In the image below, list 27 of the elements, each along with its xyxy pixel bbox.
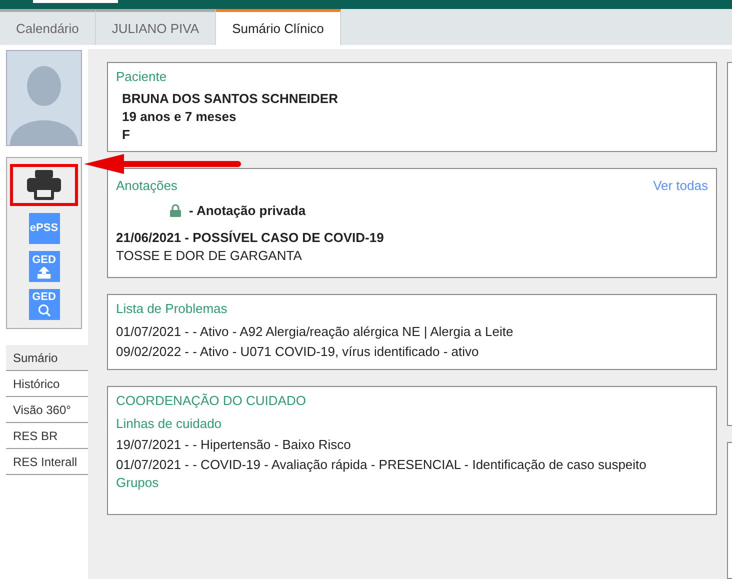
- upload-icon: [37, 266, 51, 278]
- search-field[interactable]: [33, 0, 118, 3]
- card-title: COORDENAÇÃO DO CUIDADO: [116, 393, 307, 408]
- note-privacy: - Anotação privada: [189, 203, 306, 218]
- tab[interactable]: Calendário: [0, 9, 96, 45]
- lock-icon: [170, 204, 181, 217]
- patient-info: F: [121, 126, 131, 144]
- search-icon: [38, 304, 50, 317]
- card-title: Paciente: [116, 69, 168, 84]
- care-entry: 01/07/2021 - - COVID-19 - Avaliação rápida - PRESENCIAL - Identificação de caso suspeito: [116, 456, 648, 474]
- nav-item[interactable]: Sumário: [6, 345, 88, 371]
- print-button[interactable]: [10, 164, 78, 206]
- care-entry: 19/07/2021 - - Hipertensão - Baixo Risco: [116, 436, 352, 454]
- tab[interactable]: Sumário Clínico: [216, 9, 341, 45]
- note-text: TOSSE E DOR DE GARGANTA: [116, 248, 303, 263]
- problem-entry: 09/02/2022 - - Ativo - U071 COVID-19, vírus identificado - ativo: [116, 343, 480, 361]
- card-title: Lista de Problemas: [116, 301, 228, 316]
- card-title: Anotações: [116, 178, 178, 193]
- patient-info: BRUNA DOS SANTOS SCHNEIDER: [121, 90, 339, 108]
- patient-info: 19 anos e 7 meses: [121, 108, 238, 126]
- printer-icon: [27, 170, 61, 200]
- avatar-icon: [6, 50, 82, 146]
- tab[interactable]: JULIANO PIVA: [96, 9, 216, 45]
- section-title: Grupos: [116, 475, 160, 490]
- section-title: Linhas de cuidado: [116, 416, 223, 431]
- problem-entry: 01/07/2021 - - Ativo - A92 Alergia/reação alérgica NE | Alergia a Leite: [116, 323, 514, 341]
- note-heading: 21/06/2021 - POSSÍVEL CASO DE COVID-19: [116, 229, 385, 247]
